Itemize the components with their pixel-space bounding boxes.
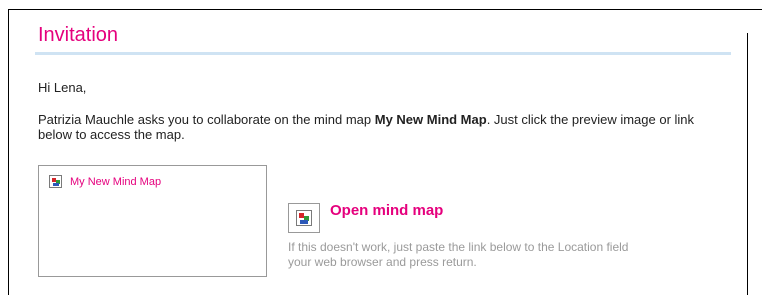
preview-link-label[interactable]: My New Mind Map bbox=[70, 176, 161, 188]
invitation-message: Patrizia Mauchle asks you to collaborate… bbox=[38, 112, 728, 142]
open-mind-map-link[interactable]: Open mind map bbox=[330, 202, 443, 219]
broken-image-icon[interactable] bbox=[49, 175, 62, 188]
broken-image-icon[interactable] bbox=[296, 210, 312, 226]
title-divider bbox=[35, 52, 731, 55]
map-name: My New Mind Map bbox=[374, 112, 487, 127]
fallback-hint: If this doesn't work, just paste the lin… bbox=[288, 240, 766, 270]
open-map-image-button[interactable] bbox=[288, 203, 320, 233]
hint-line-1: If this doesn't work, just paste the lin… bbox=[288, 240, 629, 254]
map-preview-box[interactable]: My New Mind Map bbox=[38, 165, 267, 277]
message-text-before: Patrizia Mauchle asks you to collaborate… bbox=[38, 112, 375, 127]
hint-line-2: your web browser and press return. bbox=[288, 255, 477, 269]
preview-image-link[interactable]: My New Mind Map bbox=[49, 175, 161, 188]
invitation-title: Invitation bbox=[38, 24, 119, 46]
greeting-text: Hi Lena, bbox=[38, 80, 87, 95]
